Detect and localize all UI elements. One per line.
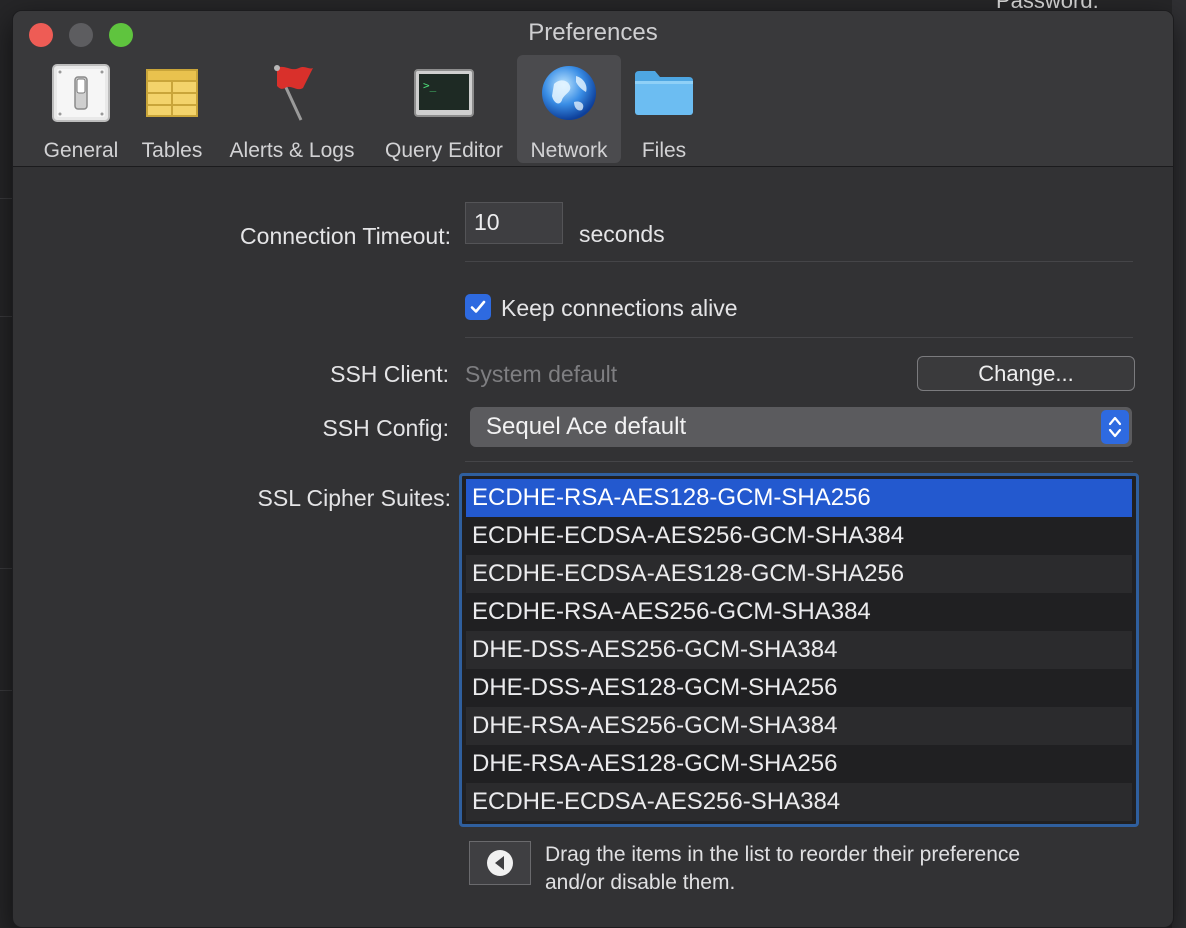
cipher-suite-row[interactable]: ECDHE-ECDSA-AES256-GCM-SHA384 xyxy=(466,517,1132,555)
cipher-suite-row[interactable]: ECDHE-ECDSA-AES256-SHA384 xyxy=(466,783,1132,821)
tab-tables[interactable]: Tables xyxy=(131,55,213,163)
keep-alive-checkbox[interactable] xyxy=(465,294,491,320)
background-divider xyxy=(0,316,12,317)
background-divider xyxy=(0,198,12,199)
change-ssh-client-button[interactable]: Change... xyxy=(917,356,1135,391)
ssh-client-value: System default xyxy=(465,361,618,387)
cipher-hint-line1: Drag the items in the list to reorder th… xyxy=(545,843,1021,866)
ssl-cipher-suites-label: SSL Cipher Suites: xyxy=(257,485,451,511)
table-grid-icon xyxy=(140,61,204,125)
network-preferences-pane: Connection Timeout: 10 seconds Keep conn… xyxy=(13,167,1173,927)
tab-general-label: General xyxy=(43,139,119,162)
connection-timeout-input[interactable]: 10 xyxy=(465,202,563,244)
ssh-config-label: SSH Config: xyxy=(322,415,449,441)
ssh-config-select[interactable]: Sequel Ace default xyxy=(470,407,1132,447)
background-divider xyxy=(0,568,12,569)
cipher-suite-row[interactable]: DHE-DSS-AES256-GCM-SHA384 xyxy=(466,631,1132,669)
cipher-hint-line2: and/or disable them. xyxy=(545,871,736,894)
cipher-suite-row[interactable]: ECDHE-RSA-AES128-GCM-SHA256 xyxy=(466,479,1132,517)
tab-query-editor-label: Query Editor xyxy=(385,139,503,162)
tab-alerts-logs[interactable]: Alerts & Logs xyxy=(217,55,367,163)
cipher-suite-row[interactable]: ECDHE-RSA-AES256-GCM-SHA384 xyxy=(466,593,1132,631)
separator xyxy=(465,461,1133,462)
tab-network[interactable]: Network xyxy=(517,55,621,163)
seconds-label: seconds xyxy=(579,221,665,247)
connection-timeout-label: Connection Timeout: xyxy=(240,223,451,249)
tab-files-label: Files xyxy=(641,139,687,162)
background-app-edge xyxy=(1172,0,1186,928)
separator xyxy=(465,337,1133,338)
separator xyxy=(465,261,1133,262)
cipher-suite-row[interactable]: DHE-RSA-AES128-GCM-SHA256 xyxy=(466,745,1132,783)
terminal-icon: >_ xyxy=(412,61,476,125)
keep-alive-label[interactable]: Keep connections alive xyxy=(501,295,738,322)
cipher-suites-list[interactable]: ECDHE-RSA-AES128-GCM-SHA256 ECDHE-ECDSA-… xyxy=(459,473,1139,827)
folder-icon xyxy=(632,61,696,125)
red-flag-icon xyxy=(260,61,324,125)
title-bar: Preferences General Tables Alerts & Logs… xyxy=(13,11,1173,167)
tab-network-label: Network xyxy=(530,139,608,162)
cipher-suite-row[interactable]: DHE-DSS-AES128-GCM-SHA256 xyxy=(466,669,1132,707)
cipher-suite-row[interactable]: DHE-RSA-AES256-GCM-SHA384 xyxy=(466,707,1132,745)
window-title: Preferences xyxy=(528,19,658,46)
tab-general[interactable]: General xyxy=(29,55,133,163)
svg-text:>_: >_ xyxy=(423,79,437,92)
background-divider xyxy=(0,690,12,691)
tab-tables-label: Tables xyxy=(141,139,203,162)
preferences-window: Preferences General Tables Alerts & Logs… xyxy=(12,10,1174,928)
ssh-config-selected-value: Sequel Ace default xyxy=(486,413,687,440)
switch-icon xyxy=(49,61,113,125)
reset-cipher-order-button[interactable] xyxy=(469,841,531,885)
back-arrow-circle-icon xyxy=(487,850,513,876)
tab-alerts-logs-label: Alerts & Logs xyxy=(229,139,355,162)
chevron-up-down-icon xyxy=(1101,410,1129,444)
tab-files[interactable]: Files xyxy=(621,55,707,163)
cipher-suite-row[interactable]: ECDHE-ECDSA-AES128-GCM-SHA256 xyxy=(466,555,1132,593)
tab-query-editor[interactable]: >_ Query Editor xyxy=(373,55,515,163)
checkmark-icon xyxy=(470,300,486,313)
ssh-client-label: SSH Client: xyxy=(330,361,449,387)
globe-icon xyxy=(537,61,601,125)
